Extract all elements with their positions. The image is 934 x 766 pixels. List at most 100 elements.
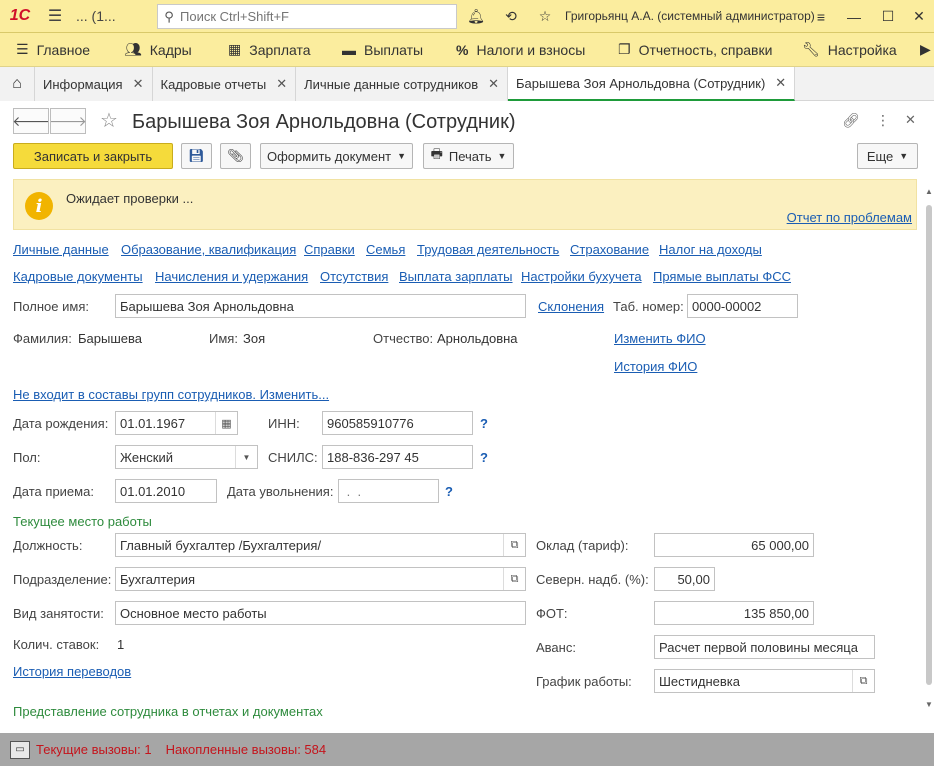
employment-type-field[interactable]: Основное место работы — [115, 601, 526, 625]
change-name-link[interactable]: Изменить ФИО — [614, 331, 706, 346]
link-icon[interactable]: 🔗︎ — [842, 112, 860, 129]
link-education[interactable]: Образование, квалификация — [121, 242, 296, 257]
link-accruals[interactable]: Начисления и удержания — [155, 269, 308, 284]
scroll-down-icon[interactable]: ▼ — [925, 700, 933, 709]
wrench-icon: 🔧︎ — [802, 41, 820, 57]
menu-item-reports[interactable]: ❐ Отчетность, справки — [618, 33, 772, 67]
inn-help-icon[interactable]: ? — [480, 416, 488, 431]
open-icon[interactable]: ⧉ — [503, 568, 525, 590]
link-income-tax[interactable]: Налог на доходы — [659, 242, 762, 257]
maximize-icon[interactable]: ☐ — [873, 0, 903, 33]
birth-date-field[interactable]: 01.01.1967 ▦ — [115, 411, 238, 435]
more-vertical-icon[interactable]: ⋮ — [876, 112, 890, 129]
close-form-icon[interactable]: ✕ — [905, 112, 916, 128]
position-label: Должность: — [13, 538, 83, 553]
employee-groups-link[interactable]: Не входит в составы групп сотрудников. И… — [13, 387, 329, 402]
monitor-icon[interactable]: ▭ — [10, 740, 30, 759]
save-close-button[interactable]: Записать и закрыть — [13, 143, 173, 169]
chevron-down-icon: ▼ — [497, 151, 507, 161]
scroll-up-icon[interactable]: ▲ — [925, 187, 933, 196]
gender-label: Пол: — [13, 450, 41, 465]
back-button[interactable]: 🡐 — [12, 108, 50, 134]
name-history-link[interactable]: История ФИО — [614, 359, 697, 374]
menu-item-hr[interactable]: 👥︎ Кадры — [124, 33, 192, 67]
make-document-button[interactable]: Оформить документ ▼ — [260, 143, 413, 169]
full-name-field[interactable]: Барышева Зоя Арнольдовна — [115, 294, 526, 318]
close-tab-icon[interactable]: ✕ — [276, 76, 287, 92]
link-insurance[interactable]: Страхование — [570, 242, 649, 257]
calendar-icon[interactable]: ▦ — [215, 412, 237, 434]
home-tab-icon[interactable]: ⌂ — [0, 67, 35, 101]
full-name-label: Полное имя: — [13, 299, 89, 314]
gender-select[interactable]: Женский ▼ — [115, 445, 258, 469]
search-input[interactable] — [180, 9, 450, 24]
forward-button[interactable]: 🡒 — [49, 108, 87, 134]
tab-number-field[interactable]: 0000-00002 — [687, 294, 798, 318]
attach-button[interactable]: 📎︎ — [220, 143, 251, 169]
save-button[interactable]: 💾︎ — [181, 143, 212, 169]
print-button[interactable]: 🖶 Печать ▼ — [423, 143, 514, 169]
favorite-star-icon[interactable]: ☆ — [100, 108, 118, 133]
tab-employee[interactable]: Барышева Зоя Арнольдовна (Сотрудник) ✕ — [508, 67, 796, 101]
open-icon[interactable]: ⧉ — [852, 670, 874, 692]
notifications-bell-icon[interactable]: 🔔︎ — [461, 0, 491, 33]
menu-item-settings[interactable]: 🔧︎ Настройка — [802, 33, 897, 67]
advance-field[interactable]: Расчет первой половины месяца — [654, 635, 875, 659]
link-salary-payment[interactable]: Выплата зарплаты — [399, 269, 513, 284]
close-window-icon[interactable]: ✕ — [904, 0, 934, 33]
hamburger-menu-icon[interactable]: ☰ — [40, 0, 70, 33]
dismissal-date-field[interactable]: . . — [338, 479, 439, 503]
menu-item-payments[interactable]: ▬ Выплаты — [342, 33, 423, 67]
department-field[interactable]: Бухгалтерия ⧉ — [115, 567, 526, 591]
schedule-field[interactable]: Шестидневка ⧉ — [654, 669, 875, 693]
close-tab-icon[interactable]: ✕ — [133, 76, 144, 92]
north-bonus-field[interactable]: 50,00 — [654, 567, 715, 591]
hire-date-field[interactable]: 01.01.2010 — [115, 479, 217, 503]
dismissal-help-icon[interactable]: ? — [445, 484, 453, 499]
link-fss-payments[interactable]: Прямые выплаты ФСС — [653, 269, 791, 284]
menu-item-salary[interactable]: ▦ Зарплата — [228, 33, 311, 67]
position-field[interactable]: Главный бухгалтер /Бухгалтерия/⧉ — [115, 533, 526, 557]
link-certificates[interactable]: Справки — [304, 242, 355, 257]
snils-field[interactable]: 188-836-297 45 — [322, 445, 473, 469]
link-work-activity[interactable]: Трудовая деятельность — [417, 242, 559, 257]
paperclip-icon: 📎︎ — [227, 148, 244, 163]
snils-label: СНИЛС: — [268, 450, 318, 465]
window-label[interactable]: ... (1... — [70, 8, 122, 24]
link-absences[interactable]: Отсутствия — [320, 269, 388, 284]
inn-field[interactable]: 960585910776 — [322, 411, 473, 435]
tab-hr-reports[interactable]: Кадровые отчеты ✕ — [152, 67, 297, 101]
declension-link[interactable]: Склонения — [538, 299, 604, 314]
search-box[interactable]: ⚲ — [157, 4, 457, 29]
fot-field[interactable]: 135 850,00 — [654, 601, 814, 625]
minimize-icon[interactable]: — — [839, 0, 869, 33]
chevron-down-icon: ▼ — [397, 151, 407, 161]
menu-scroll-right-icon[interactable]: ▶ — [920, 33, 931, 67]
settings-menu-icon[interactable]: ≡ — [806, 0, 836, 33]
close-tab-icon[interactable]: ✕ — [488, 76, 499, 92]
link-hr-documents[interactable]: Кадровые документы — [13, 269, 143, 284]
vertical-scrollbar[interactable]: ▲ ▼ — [924, 185, 934, 715]
patronymic-label: Отчество: — [373, 331, 434, 346]
transfer-history-link[interactable]: История переводов — [13, 664, 131, 679]
problems-report-link[interactable]: Отчет по проблемам — [787, 210, 912, 225]
menu-item-taxes[interactable]: % Налоги и взносы — [456, 33, 585, 67]
link-personal-data[interactable]: Личные данные — [13, 242, 109, 257]
current-user[interactable]: Григорьянц А.А. (системный администратор… — [565, 9, 815, 23]
dismissal-date-label: Дата увольнения: — [227, 484, 334, 499]
scroll-thumb[interactable] — [926, 205, 932, 685]
close-tab-icon[interactable]: ✕ — [775, 75, 786, 91]
dropdown-arrow-icon[interactable]: ▼ — [235, 446, 257, 468]
search-icon: ⚲ — [164, 8, 174, 24]
history-icon[interactable]: ⟲ — [496, 0, 526, 33]
link-accounting-settings[interactable]: Настройки бухучета — [521, 269, 642, 284]
tab-information[interactable]: Информация ✕ — [35, 67, 153, 101]
favorites-star-icon[interactable]: ☆ — [530, 0, 560, 33]
tab-personal-data[interactable]: Личные данные сотрудников ✕ — [296, 67, 509, 101]
link-family[interactable]: Семья — [366, 242, 405, 257]
open-icon[interactable]: ⧉ — [503, 534, 525, 556]
snils-help-icon[interactable]: ? — [480, 450, 488, 465]
more-button[interactable]: Еще ▼ — [857, 143, 918, 169]
menu-item-main[interactable]: ☰ Главное — [16, 33, 90, 67]
salary-field[interactable]: 65 000,00 — [654, 533, 814, 557]
